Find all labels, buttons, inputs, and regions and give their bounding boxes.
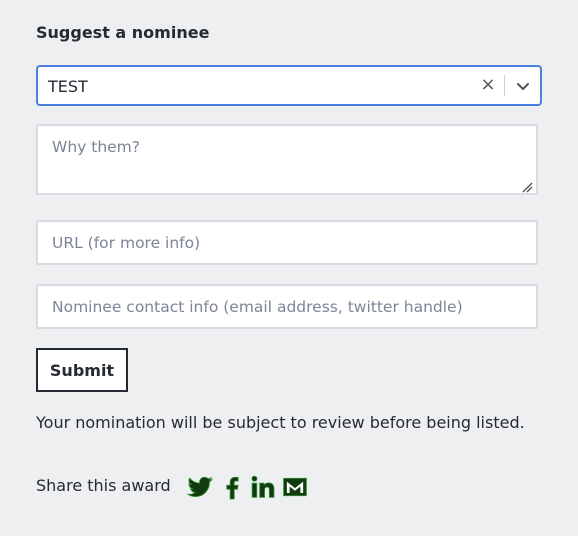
url-placeholder: URL (for more info) (52, 234, 201, 252)
review-note: Your nomination will be subject to revie… (36, 413, 525, 432)
chevron-down-icon[interactable] (512, 75, 534, 97)
nominee-form: Suggest a nominee TEST × Why them? URL (… (0, 0, 578, 536)
resize-handle-icon[interactable] (521, 178, 533, 193)
nominee-select[interactable]: TEST × (36, 65, 542, 106)
form-heading: Suggest a nominee (36, 23, 210, 42)
email-icon[interactable] (282, 474, 308, 500)
facebook-icon[interactable] (219, 474, 245, 500)
twitter-icon[interactable] (186, 474, 214, 500)
linkedin-icon[interactable] (250, 474, 276, 500)
nominee-contact-input[interactable]: Nominee contact info (email address, twi… (36, 284, 538, 329)
why-them-textarea[interactable]: Why them? (36, 124, 538, 195)
contact-placeholder: Nominee contact info (email address, twi… (52, 298, 463, 316)
why-them-placeholder: Why them? (52, 138, 141, 156)
select-separator (504, 75, 505, 96)
url-input[interactable]: URL (for more info) (36, 220, 538, 265)
submit-button[interactable]: Submit (36, 348, 128, 392)
share-label: Share this award (36, 476, 171, 495)
nominee-select-value: TEST (48, 77, 88, 96)
clear-icon[interactable]: × (478, 74, 498, 96)
